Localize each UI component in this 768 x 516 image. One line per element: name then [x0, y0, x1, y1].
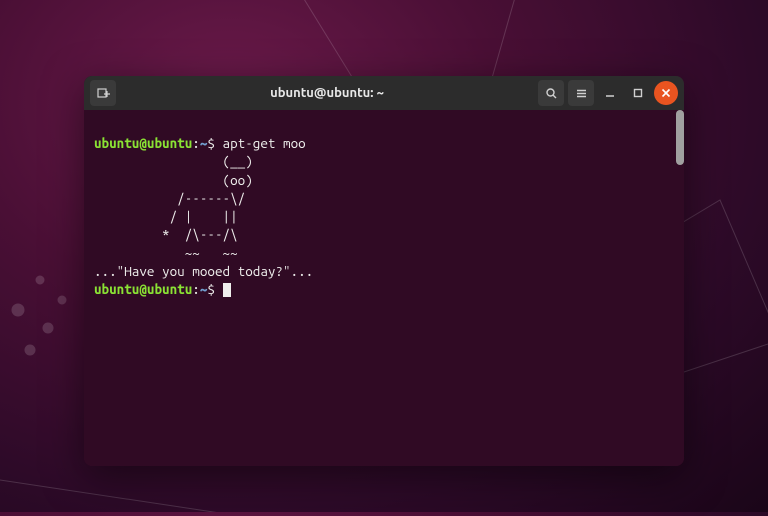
menu-icon	[575, 87, 588, 100]
output-line: / | ||	[94, 208, 260, 224]
titlebar[interactable]: ubuntu@ubuntu: ~	[84, 76, 684, 110]
prompt-symbol: $	[207, 135, 215, 151]
prompt-symbol: $	[207, 281, 215, 297]
prompt-line-1: ubuntu@ubuntu:~$ apt-get moo	[94, 135, 306, 151]
output-line: ..."Have you mooed today?"...	[94, 263, 313, 279]
prompt-user-host: ubuntu@ubuntu	[94, 281, 192, 297]
terminal-body[interactable]: ubuntu@ubuntu:~$ apt-get moo (__) (oo) /…	[84, 110, 684, 466]
close-icon	[661, 88, 671, 98]
scrollbar[interactable]	[676, 110, 684, 165]
output-line: /------\/	[94, 190, 253, 206]
minimize-icon	[604, 87, 616, 99]
cursor	[223, 283, 231, 297]
terminal-window: ubuntu@ubuntu: ~ ubuntu@ubuntu:~$ apt-ge…	[84, 76, 684, 466]
output-line: (oo)	[94, 172, 260, 188]
menu-button[interactable]	[568, 80, 594, 106]
output-line: (__)	[94, 153, 260, 169]
window-title: ubuntu@ubuntu: ~	[122, 86, 532, 100]
command-1: apt-get moo	[223, 135, 306, 151]
search-button[interactable]	[538, 80, 564, 106]
new-tab-button[interactable]	[90, 80, 116, 106]
prompt-colon: :	[192, 281, 200, 297]
output-line: ~~ ~~	[94, 245, 260, 261]
prompt-colon: :	[192, 135, 200, 151]
search-icon	[545, 87, 558, 100]
output-line: * /\---/\	[94, 226, 245, 242]
minimize-button[interactable]	[598, 81, 622, 105]
maximize-icon	[632, 87, 644, 99]
new-tab-icon	[96, 86, 110, 100]
prompt-line-2: ubuntu@ubuntu:~$	[94, 281, 231, 297]
maximize-button[interactable]	[626, 81, 650, 105]
prompt-user-host: ubuntu@ubuntu	[94, 135, 192, 151]
close-button[interactable]	[654, 81, 678, 105]
